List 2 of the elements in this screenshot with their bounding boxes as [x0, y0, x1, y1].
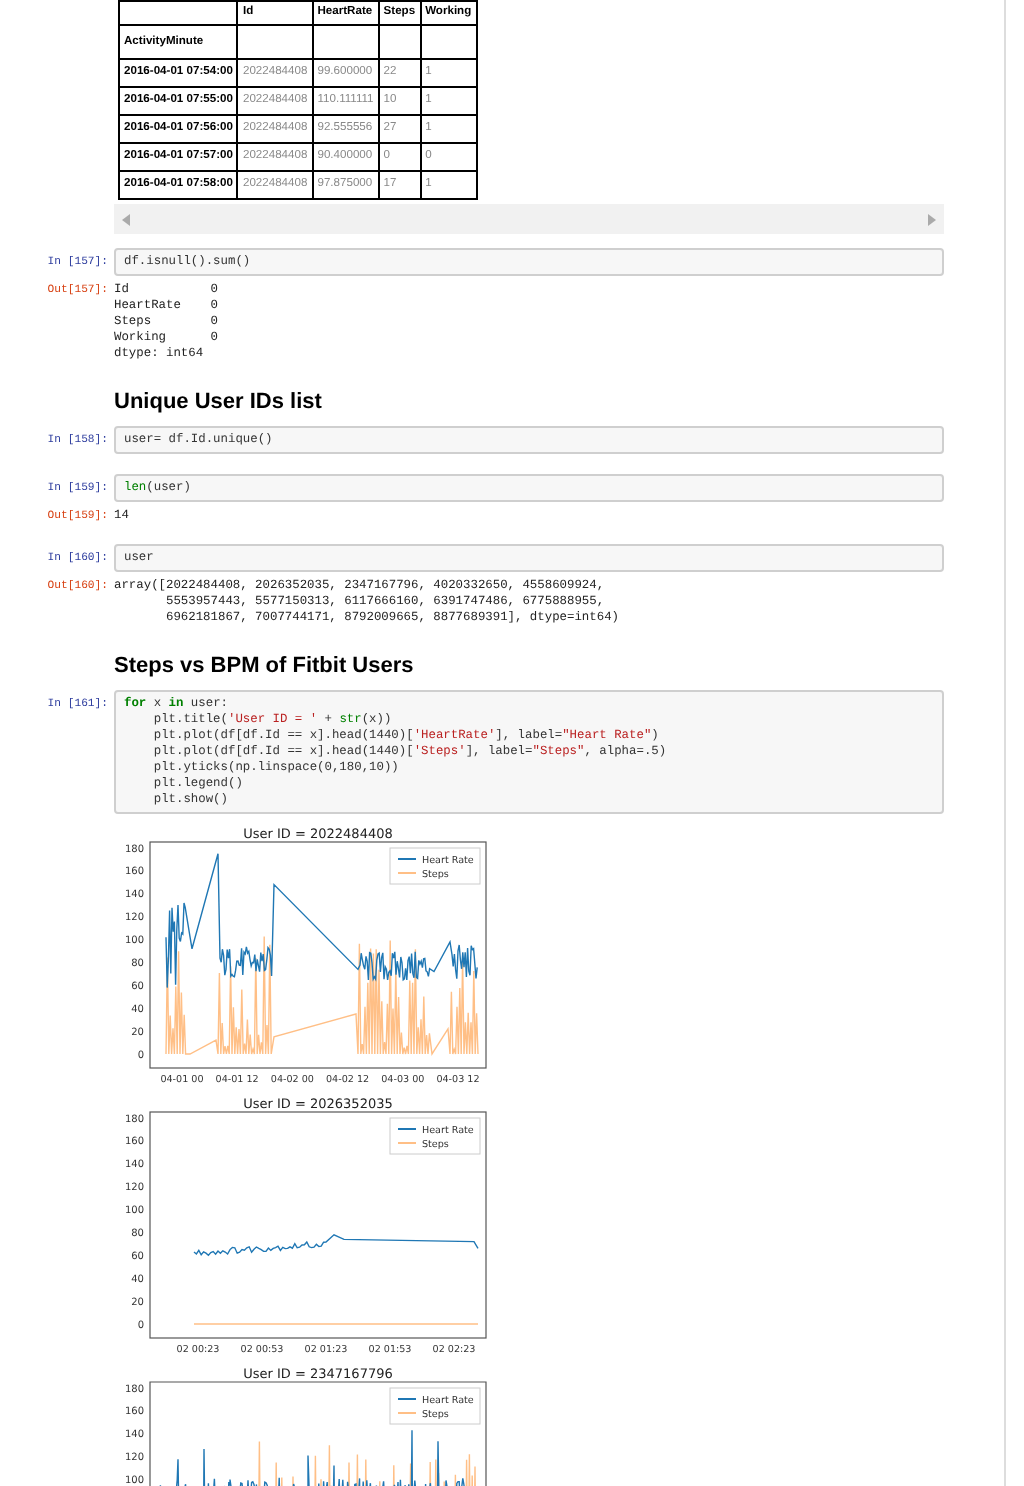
- section-heading: Steps vs BPM of Fitbit Users: [114, 652, 416, 680]
- section-heading: Unique User IDs list: [114, 388, 324, 416]
